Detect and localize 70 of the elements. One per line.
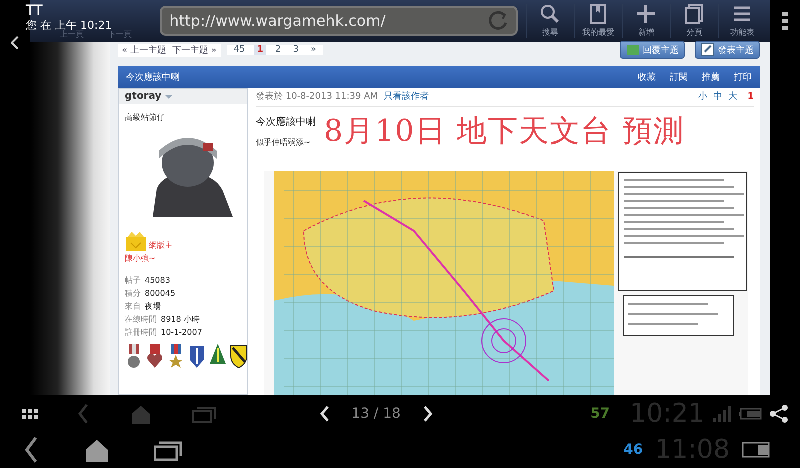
next-icon[interactable] [422, 406, 433, 422]
handwritten-caption: 8月10日 地下天文台 預測 [324, 112, 684, 151]
medal-icon [125, 344, 143, 369]
battery-level: 57 [590, 406, 610, 422]
shield-icon [188, 344, 206, 369]
thread-action-link[interactable]: 打印 [734, 70, 752, 84]
stat-value: 8918 小時 [161, 314, 200, 326]
post-number: 1 [748, 92, 754, 102]
heart-medal-icon [146, 344, 164, 369]
menu-icon[interactable] [732, 4, 752, 24]
stat-value: 800045 [145, 288, 176, 300]
page-link[interactable]: 1 [254, 45, 266, 55]
bookmark-icon[interactable] [588, 4, 608, 24]
crown-icon [125, 229, 147, 251]
tabs-icon[interactable] [684, 4, 704, 24]
star-medal-icon [167, 344, 185, 369]
font-size-link[interactable]: 中 [714, 90, 723, 104]
battery-level: 46 [624, 442, 644, 458]
post-title: 今次應該中喇 [256, 116, 316, 129]
previous-icon[interactable] [320, 406, 330, 422]
user-rank: 高級站節仔 [125, 112, 166, 123]
image-counter: 13 / 18 [352, 406, 401, 422]
font-size-link[interactable]: 大 [728, 90, 738, 104]
stat-label: 在線時間 [125, 314, 157, 326]
post-date: 發表於 10-8-2013 11:39 AM [256, 90, 378, 104]
signal-icon [712, 406, 731, 422]
user-nickname: 陳小強~ [125, 253, 157, 264]
recent-apps-icon[interactable] [154, 439, 182, 461]
stat-label: 帖子 [125, 275, 141, 287]
thread-action-link[interactable]: 訂閱 [670, 70, 688, 84]
plus-icon[interactable] [636, 4, 656, 24]
notification-text: 您 在 上午 10:21 [26, 19, 112, 32]
user-group: 網版主 [149, 240, 173, 251]
stat-label: 來自 [125, 301, 141, 313]
toolbar-label[interactable]: 搜尋 [542, 27, 558, 38]
thread-link[interactable]: 下一主題 » [172, 44, 217, 56]
thread-action-link[interactable]: 推薦 [702, 70, 720, 84]
app-grid-icon[interactable] [22, 408, 38, 418]
post-text: 似乎仲唔弱添~ [256, 136, 312, 148]
pencil-icon[interactable] [701, 43, 715, 57]
toolbar-label[interactable]: 功能表 [730, 27, 754, 38]
share-icon[interactable] [770, 404, 788, 422]
thread-button[interactable]: 發表主題 [695, 41, 760, 59]
shield-icon [230, 344, 248, 369]
page-link[interactable]: » [308, 45, 320, 55]
page-link[interactable]: 2 [272, 45, 284, 55]
thread-button[interactable]: 回覆主題 [620, 41, 685, 59]
stat-value: 10-1-2007 [161, 327, 202, 339]
toolbar-label[interactable]: 我的最愛 [582, 27, 614, 38]
font-size-link[interactable]: 小 [698, 90, 708, 104]
stat-value: 夜場 [145, 301, 161, 313]
battery-icon [738, 408, 762, 420]
battery-icon [742, 442, 770, 458]
thread-action-link[interactable]: 收藏 [638, 70, 656, 84]
stat-label: 註冊時間 [125, 327, 157, 339]
url-field[interactable]: http://www.wargamehk.com/ [160, 6, 518, 36]
page-link[interactable]: 3 [290, 45, 302, 55]
author-only-link[interactable]: 只看該作者 [384, 90, 430, 104]
home-icon[interactable] [84, 438, 110, 462]
thread-link[interactable]: « 上一主題 [122, 44, 166, 56]
toolbar-label[interactable]: 新增 [638, 27, 654, 38]
back-icon[interactable] [24, 436, 40, 464]
stat-label: 積分 [125, 288, 141, 300]
page-link[interactable]: 45 [230, 45, 248, 55]
notification-title: TT [26, 4, 44, 19]
toolbar-label[interactable]: 分頁 [686, 27, 702, 38]
search-icon[interactable] [540, 4, 560, 24]
stat-value: 45083 [145, 275, 170, 287]
overflow-menu-icon[interactable] [782, 12, 788, 30]
thread-title: 今次應該中喇 [126, 72, 180, 84]
